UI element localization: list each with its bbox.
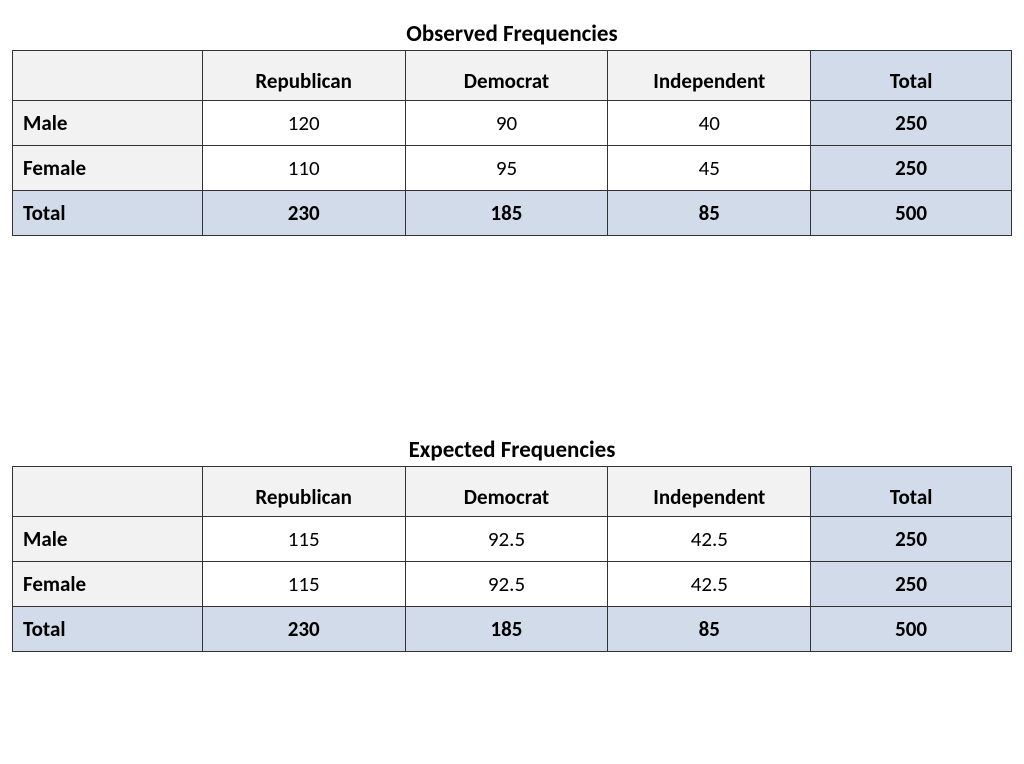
observed-cell: 120	[202, 101, 405, 146]
observed-cell: 110	[202, 146, 405, 191]
observed-title: Observed Frequencies	[12, 20, 1012, 48]
expected-col-total: 85	[608, 607, 811, 652]
observed-grand-total: 500	[811, 191, 1012, 236]
observed-col-total: 185	[405, 191, 608, 236]
expected-col-header-total: Total	[811, 467, 1012, 517]
expected-col-total: 230	[202, 607, 405, 652]
expected-row-label: Male	[13, 517, 203, 562]
observed-table: Republican Democrat Independent Total Ma…	[12, 50, 1012, 236]
expected-row-total: 250	[811, 562, 1012, 607]
table-row: Total 230 185 85 500	[13, 607, 1012, 652]
expected-col-header: Independent	[608, 467, 811, 517]
observed-cell: 95	[405, 146, 608, 191]
expected-col-header: Democrat	[405, 467, 608, 517]
expected-cell: 42.5	[608, 562, 811, 607]
expected-cell: 92.5	[405, 562, 608, 607]
expected-row-label: Female	[13, 562, 203, 607]
expected-table: Republican Democrat Independent Total Ma…	[12, 466, 1012, 652]
expected-row-total: 250	[811, 517, 1012, 562]
table-row: Male 115 92.5 42.5 250	[13, 517, 1012, 562]
expected-header-row: Republican Democrat Independent Total	[13, 467, 1012, 517]
expected-cell: 115	[202, 562, 405, 607]
observed-col-header: Independent	[608, 51, 811, 101]
expected-cell: 42.5	[608, 517, 811, 562]
observed-cell: 45	[608, 146, 811, 191]
observed-row-label: Female	[13, 146, 203, 191]
table-row: Female 115 92.5 42.5 250	[13, 562, 1012, 607]
observed-row-total: 250	[811, 101, 1012, 146]
expected-cell: 115	[202, 517, 405, 562]
observed-row-total: 250	[811, 146, 1012, 191]
expected-cell: 92.5	[405, 517, 608, 562]
table-row: Male 120 90 40 250	[13, 101, 1012, 146]
table-row: Total 230 185 85 500	[13, 191, 1012, 236]
spacer	[12, 236, 1012, 436]
expected-col-header: Republican	[202, 467, 405, 517]
observed-header-row: Republican Democrat Independent Total	[13, 51, 1012, 101]
expected-corner-cell	[13, 467, 203, 517]
table-row: Female 110 95 45 250	[13, 146, 1012, 191]
observed-total-label: Total	[13, 191, 203, 236]
observed-cell: 90	[405, 101, 608, 146]
observed-col-total: 85	[608, 191, 811, 236]
observed-cell: 40	[608, 101, 811, 146]
observed-col-header: Republican	[202, 51, 405, 101]
observed-col-total: 230	[202, 191, 405, 236]
expected-grand-total: 500	[811, 607, 1012, 652]
observed-col-header-total: Total	[811, 51, 1012, 101]
observed-row-label: Male	[13, 101, 203, 146]
observed-col-header: Democrat	[405, 51, 608, 101]
observed-corner-cell	[13, 51, 203, 101]
expected-total-label: Total	[13, 607, 203, 652]
expected-title: Expected Frequencies	[12, 436, 1012, 464]
expected-col-total: 185	[405, 607, 608, 652]
